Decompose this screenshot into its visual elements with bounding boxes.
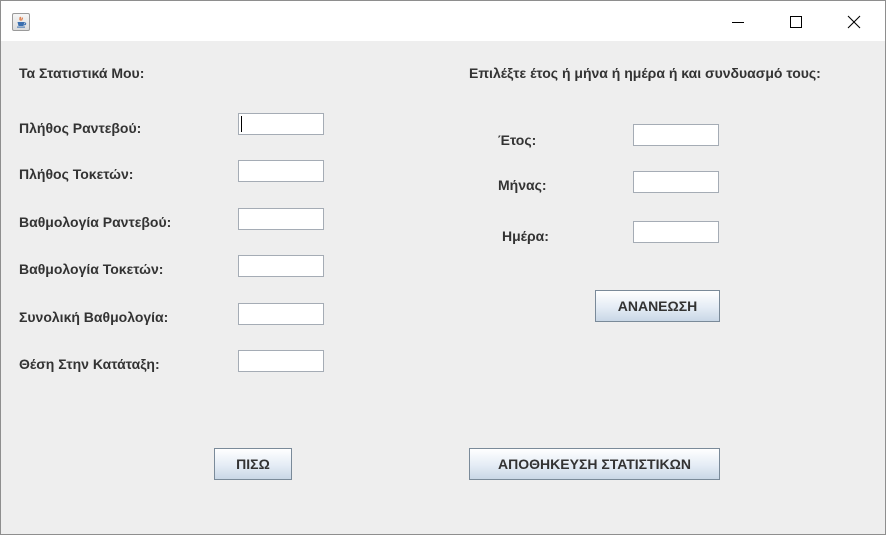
day-field[interactable] — [633, 221, 719, 243]
ranking-field[interactable] — [238, 350, 324, 372]
close-icon — [847, 15, 861, 29]
year-label: Έτος: — [498, 132, 537, 148]
birth-rating-field[interactable] — [238, 255, 324, 277]
close-button[interactable] — [825, 1, 883, 41]
java-cup-icon[interactable] — [12, 13, 30, 31]
minimize-button[interactable] — [709, 1, 767, 41]
total-rating-label: Συνολική Βαθμολογία: — [19, 309, 169, 325]
births-field[interactable] — [238, 160, 324, 182]
month-field[interactable] — [633, 171, 719, 193]
content-panel: Τα Στατιστικά Μου: Πλήθος Ραντεβού: Πλήθ… — [1, 41, 885, 534]
save-stats-button[interactable]: ΑΠΟΘΗΚΕΥΣΗ ΣΤΑΤΙΣΤΙΚΩΝ — [469, 448, 720, 480]
stats-title: Τα Στατιστικά Μου: — [19, 65, 145, 81]
births-label: Πλήθος Τοκετών: — [19, 166, 134, 182]
refresh-button[interactable]: ΑΝΑΝΕΩΣΗ — [595, 290, 720, 322]
maximize-button[interactable] — [767, 1, 825, 41]
appointment-rating-field[interactable] — [238, 208, 324, 230]
back-button[interactable]: ΠΙΣΩ — [214, 448, 292, 480]
appointments-field[interactable] — [238, 113, 324, 135]
total-rating-field[interactable] — [238, 303, 324, 325]
month-label: Μήνας: — [498, 177, 547, 193]
app-window: Τα Στατιστικά Μου: Πλήθος Ραντεβού: Πλήθ… — [0, 0, 886, 535]
appointments-label: Πλήθος Ραντεβού: — [19, 120, 142, 136]
maximize-icon — [790, 16, 802, 28]
filter-title: Επιλέξτε έτος ή μήνα ή ημέρα ή και συνδυ… — [469, 65, 821, 81]
birth-rating-label: Βαθμολογία Τοκετών: — [19, 261, 164, 277]
appointment-rating-label: Βαθμολογία Ραντεβού: — [19, 214, 172, 230]
text-caret — [241, 116, 242, 132]
minimize-icon — [732, 22, 744, 23]
day-label: Ημέρα: — [502, 228, 549, 244]
title-bar — [1, 1, 885, 41]
ranking-label: Θέση Στην Κατάταξη: — [19, 356, 160, 372]
year-field[interactable] — [633, 124, 719, 146]
